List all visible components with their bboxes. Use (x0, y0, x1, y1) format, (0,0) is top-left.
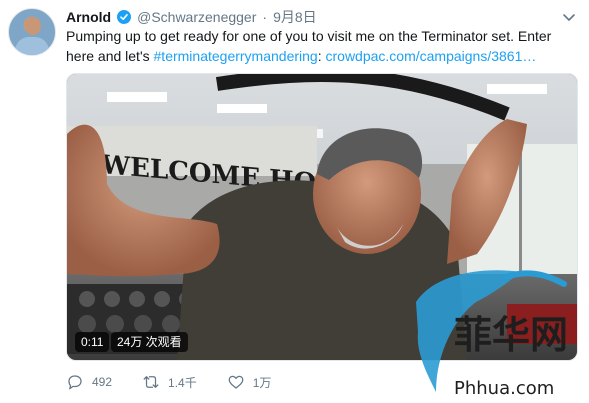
tweet-text: Pumping up to get ready for one of you t… (66, 26, 576, 66)
dragon-head (503, 270, 567, 287)
avatar-shirt (15, 37, 49, 55)
tweet-date[interactable]: 9月8日 (273, 7, 317, 27)
header-separator: · (262, 9, 268, 25)
video-duration: 0:11 (75, 332, 110, 352)
tweet-colon: : (317, 48, 326, 64)
author-name[interactable]: Arnold (66, 9, 111, 25)
heart-icon (228, 375, 244, 389)
watermark-chinese: 菲华网 (454, 312, 568, 357)
like-count: 1万 (252, 375, 272, 390)
like-button[interactable]: 1万 (227, 373, 272, 391)
ceiling-light (487, 84, 547, 94)
reply-button[interactable]: 492 (66, 373, 112, 391)
campaign-link[interactable]: crowdpac.com/campaigns/3861… (326, 48, 537, 64)
tweet-actions: 492 1.4千 1万 (66, 373, 301, 391)
watermark-logo: 菲华网 Phhua.com (396, 262, 586, 402)
author-handle[interactable]: @Schwarzenegger (137, 9, 256, 25)
hashtag-link[interactable]: #terminategerrymandering (154, 48, 318, 64)
reply-icon (68, 375, 82, 390)
video-views: 24万 次观看 (111, 332, 188, 352)
watermark-site: Phhua.com (454, 378, 554, 399)
avatar[interactable] (8, 8, 56, 56)
reply-count: 492 (92, 375, 113, 389)
retweet-button[interactable]: 1.4千 (142, 373, 197, 391)
avatar-head (25, 17, 41, 35)
ceiling-light (217, 104, 267, 113)
retweet-count: 1.4千 (168, 375, 197, 390)
retweet-icon (143, 376, 159, 388)
ceiling-light (107, 92, 167, 102)
tweet-header: Arnold @Schwarzenegger · 9月8日 (66, 7, 317, 27)
chevron-down-icon[interactable] (561, 9, 577, 25)
verified-badge-icon (117, 10, 132, 24)
